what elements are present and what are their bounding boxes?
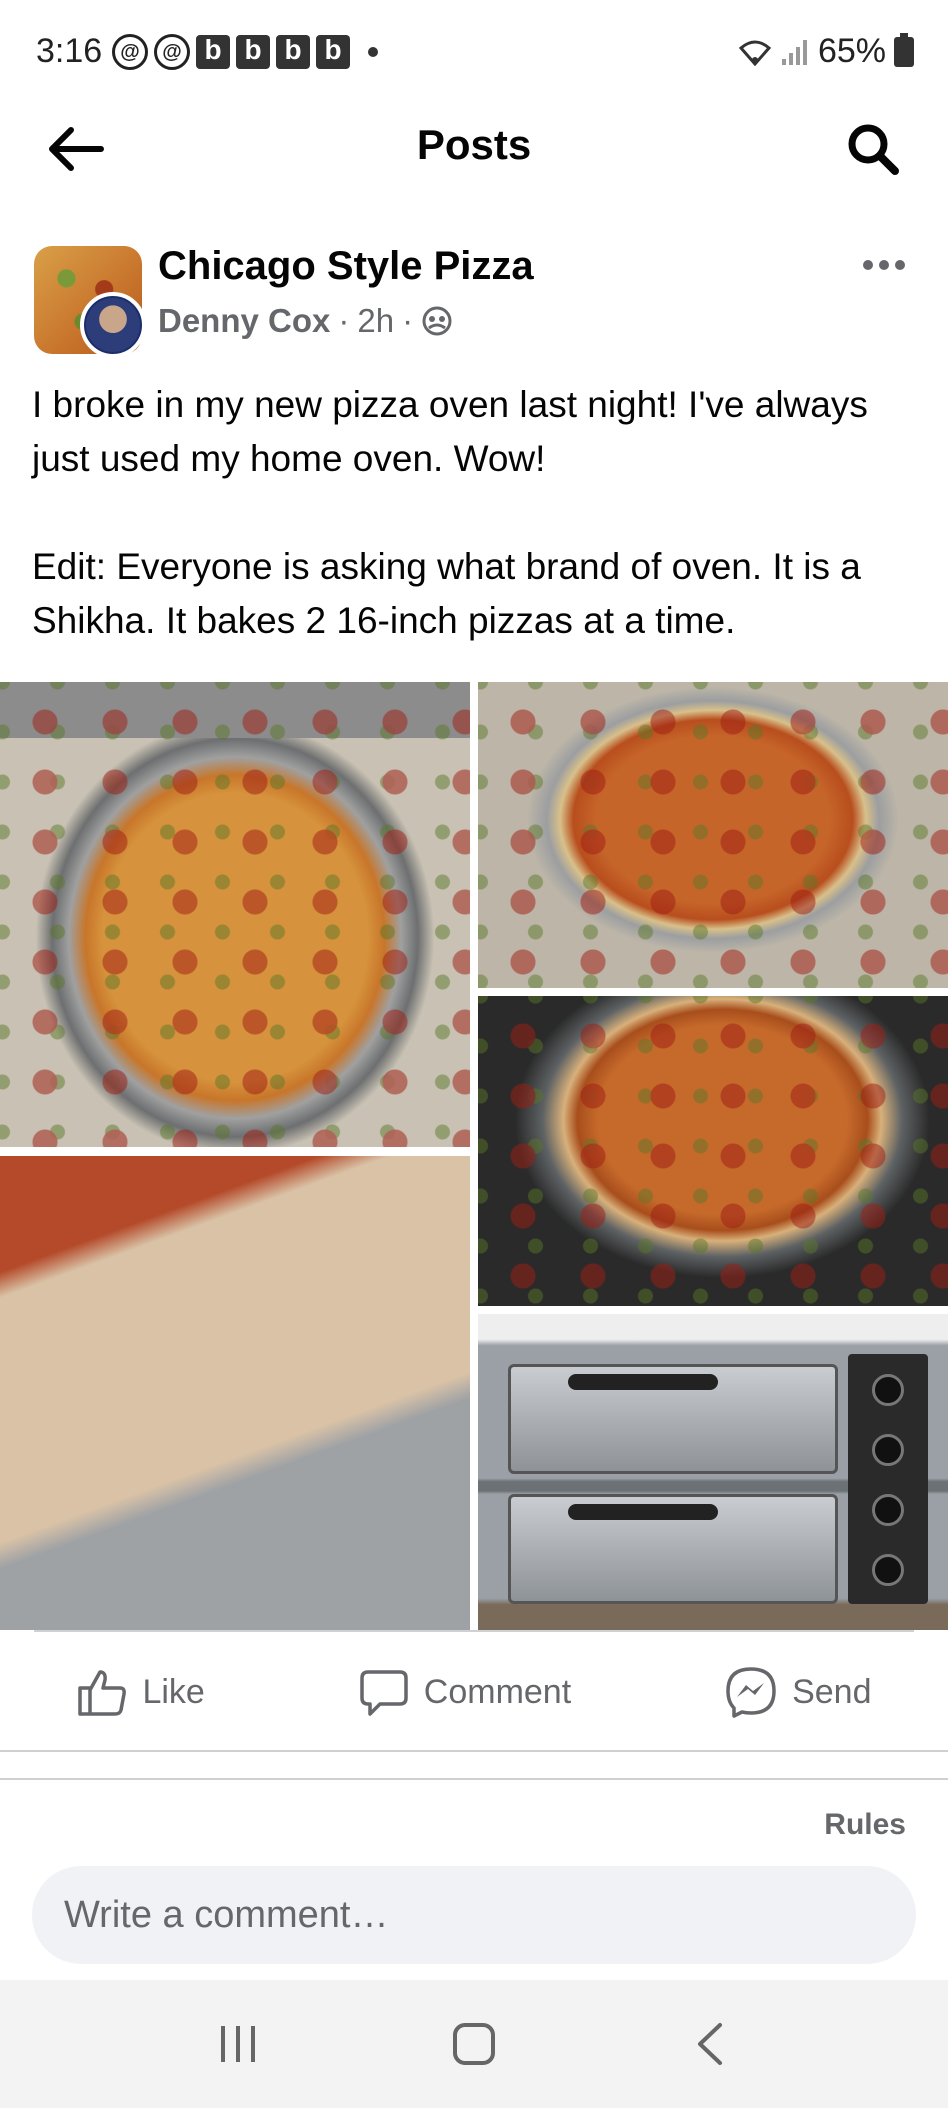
- notification-b-icon: b: [276, 34, 310, 69]
- threads-icon: @: [154, 34, 190, 70]
- notification-b-icon: b: [236, 34, 270, 69]
- notification-icons: @ @ b b b b: [112, 34, 378, 70]
- battery-icon: [894, 32, 914, 67]
- comment-button[interactable]: Comment: [358, 1666, 571, 1718]
- post-paragraph: I broke in my new pizza oven last night!…: [32, 384, 868, 479]
- photo-grid: [0, 682, 948, 1630]
- home-icon: [453, 2023, 495, 2065]
- group-privacy-icon: [422, 306, 452, 336]
- more-notifications-dot-icon: [368, 47, 378, 57]
- like-button[interactable]: Like: [76, 1666, 205, 1718]
- post-actions: Like Comment Send: [0, 1636, 948, 1748]
- more-dots-icon: [895, 260, 905, 270]
- divider: [34, 1630, 914, 1632]
- meta-separator: ·: [338, 302, 350, 339]
- notification-b-icon: b: [196, 34, 230, 69]
- search-button[interactable]: [838, 114, 908, 184]
- battery-percent: 65%: [817, 32, 886, 70]
- photo-pizza-oven[interactable]: [478, 1314, 948, 1630]
- system-back-button[interactable]: [670, 2004, 750, 2084]
- page-title: Posts: [416, 121, 532, 168]
- chevron-left-icon: [698, 2023, 722, 2065]
- signal-icon: [781, 39, 807, 65]
- threads-icon: @: [112, 34, 148, 70]
- post-paragraph: Edit: Everyone is asking what brand of o…: [32, 546, 861, 641]
- app-header: Posts: [0, 100, 948, 210]
- post-time[interactable]: 2h: [357, 302, 394, 340]
- section-separator: [0, 1750, 948, 1780]
- home-button[interactable]: [434, 2004, 514, 2084]
- photo-pizza-slice[interactable]: [0, 1156, 470, 1630]
- system-nav-bar: [0, 1980, 948, 2108]
- thumbs-up-icon: [78, 1670, 127, 1716]
- author-avatar[interactable]: [80, 292, 146, 358]
- more-dots-icon: [863, 260, 873, 270]
- notification-b-icon: b: [316, 34, 350, 69]
- send-button[interactable]: Send: [724, 1665, 872, 1719]
- status-time: 3:16: [36, 32, 103, 70]
- post-meta: Denny Cox · 2h ·: [158, 302, 453, 340]
- comment-bubble-icon: [360, 1670, 408, 1716]
- post-header: Chicago Style Pizza Denny Cox · 2h ·: [34, 244, 914, 358]
- more-dots-icon: [879, 260, 889, 270]
- rules-link[interactable]: Rules: [824, 1808, 906, 1842]
- recent-apps-button[interactable]: [198, 2004, 278, 2084]
- comment-label: Comment: [423, 1672, 572, 1711]
- photo-pizza-3[interactable]: [478, 996, 948, 1306]
- post-body: I broke in my new pizza oven last night!…: [32, 378, 922, 648]
- wifi-icon: [738, 40, 772, 66]
- group-name[interactable]: Chicago Style Pizza: [158, 244, 534, 289]
- recent-apps-icon: [221, 2026, 255, 2062]
- photo-pizza-2[interactable]: [478, 682, 948, 988]
- status-right: 65%: [738, 32, 914, 71]
- comment-input[interactable]: [32, 1866, 916, 1964]
- like-label: Like: [142, 1672, 205, 1711]
- status-bar: 3:16 @ @ b b b b 65%: [0, 0, 948, 110]
- messenger-icon: [726, 1667, 776, 1718]
- more-options-button[interactable]: [854, 250, 914, 280]
- meta-separator: ·: [402, 302, 414, 339]
- send-label: Send: [792, 1672, 872, 1711]
- search-icon: [848, 124, 899, 175]
- author-name[interactable]: Denny Cox: [158, 302, 330, 340]
- photo-pizza-1[interactable]: [0, 682, 470, 1147]
